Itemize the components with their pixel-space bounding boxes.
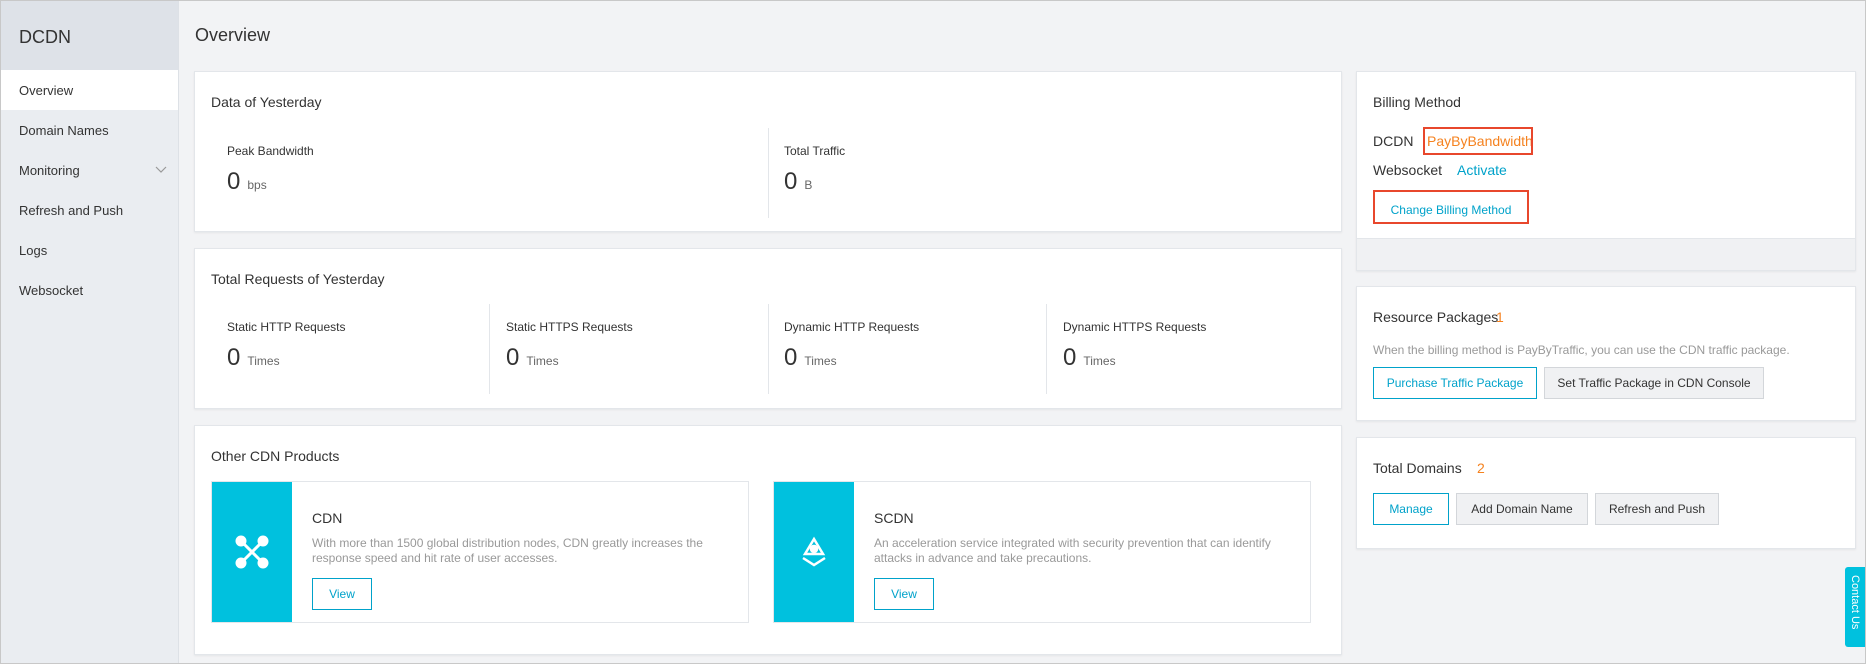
metric-label: Peak Bandwidth [227, 144, 314, 158]
sidebar-item-label: Overview [19, 83, 74, 98]
metric-unit: Times [247, 354, 280, 368]
activate-websocket-link[interactable]: Activate [1457, 162, 1507, 178]
requests-card: Total Requests of Yesterday Static HTTP … [194, 248, 1342, 409]
peak-bandwidth-metric: Peak Bandwidth 0 bps [227, 144, 314, 197]
manage-button[interactable]: Manage [1373, 493, 1449, 525]
annotation-box [1423, 127, 1533, 155]
dynamic-https-metric: Dynamic HTTPS Requests 0 Times [1063, 320, 1206, 373]
product-icon-box [774, 482, 854, 622]
contact-us-label: Contact Us [1849, 575, 1861, 630]
sidebar-item-logs[interactable]: Logs [1, 230, 178, 270]
dcdn-label: DCDN [1373, 133, 1414, 149]
total-traffic-metric: Total Traffic 0B [784, 144, 845, 197]
metric-value: 0 [784, 168, 798, 195]
billing-card-footer [1357, 238, 1855, 270]
sidebar-title: DCDN [1, 1, 178, 70]
sidebar-item-refresh-and-push[interactable]: Refresh and Push [1, 190, 178, 230]
refresh-and-push-button[interactable]: Refresh and Push [1595, 493, 1719, 525]
static-http-metric: Static HTTP Requests 0 Times [227, 320, 346, 373]
card-title: Resource Packages [1373, 309, 1499, 325]
metric-value: 0 [1063, 344, 1077, 371]
metric-unit: Times [804, 354, 837, 368]
product-description: An acceleration service integrated with … [874, 536, 1271, 565]
yesterday-card: Data of Yesterday Peak Bandwidth 0 bps To… [194, 71, 1342, 232]
divider [1046, 304, 1047, 394]
static-https-metric: Static HTTPS Requests 0 Times [506, 320, 633, 373]
metric-value: 0 [784, 344, 798, 371]
dynamic-http-metric: Dynamic HTTP Requests 0 Times [784, 320, 919, 373]
purchase-traffic-package-button[interactable]: Purchase Traffic Package [1373, 367, 1537, 399]
chevron-down-icon [155, 166, 167, 173]
product-icon-box [212, 482, 292, 622]
card-title: Total Domains [1373, 460, 1462, 476]
card-title: Billing Method [1373, 94, 1461, 110]
resource-count: 1 [1496, 309, 1504, 325]
metric-unit: Times [1083, 354, 1116, 368]
product-cdn: CDN With more than 1500 global distribut… [211, 481, 749, 623]
metric-label: Dynamic HTTPS Requests [1063, 320, 1207, 334]
app-window: DCDN Overview Domain Names Monitoring Re… [0, 0, 1866, 664]
billing-card: Billing Method DCDN PayByBandwidth Webso… [1356, 71, 1856, 271]
add-domain-name-button[interactable]: Add Domain Name [1456, 493, 1588, 525]
sidebar-item-websocket[interactable]: Websocket [1, 270, 178, 310]
card-title: Data of Yesterday [211, 94, 322, 110]
metric-value-row: 0 Times [1063, 346, 1206, 373]
metric-label: Dynamic HTTP Requests [784, 320, 920, 334]
metric-unit: bps [247, 178, 267, 192]
metric-value: 0 [506, 344, 520, 371]
main-content: Overview Data of Yesterday Peak Bandwidt… [180, 1, 1865, 663]
metric-label: Static HTTP Requests [227, 320, 346, 334]
metric-value-row: 0 Times [784, 346, 919, 373]
divider [768, 128, 769, 218]
metric-value-row: 0 bps [227, 170, 314, 197]
sidebar: DCDN Overview Domain Names Monitoring Re… [1, 1, 179, 663]
domains-card: Total Domains 2 Manage Add Domain Name R… [1356, 437, 1856, 549]
annotation-box [1373, 190, 1529, 224]
sidebar-item-domain-names[interactable]: Domain Names [1, 110, 178, 150]
view-scdn-button[interactable]: View [874, 578, 934, 610]
resources-card: Resource Packages 1 When the billing met… [1356, 286, 1856, 421]
metric-value: 0 [227, 168, 241, 195]
sidebar-item-monitoring[interactable]: Monitoring [1, 150, 178, 190]
metric-value-row: 0 Times [227, 346, 346, 373]
product-name: CDN [312, 510, 343, 526]
contact-us-tab[interactable]: Contact Us [1845, 567, 1865, 647]
metric-value: 0 [227, 344, 241, 371]
sidebar-item-label: Domain Names [19, 123, 109, 138]
product-scdn: SCDN An acceleration service integrated … [773, 481, 1311, 623]
domain-count: 2 [1477, 460, 1485, 476]
card-title: Total Requests of Yesterday [211, 271, 385, 287]
sidebar-item-label: Monitoring [19, 163, 80, 178]
network-nodes-icon [235, 535, 269, 569]
sidebar-item-label: Websocket [19, 283, 84, 298]
metric-label: Total Traffic [784, 144, 846, 158]
metric-unit: Times [526, 354, 559, 368]
metric-label: Static HTTPS Requests [506, 320, 633, 334]
sidebar-item-label: Logs [19, 243, 48, 258]
websocket-label: Websocket [1373, 162, 1442, 178]
metric-value-row: 0 Times [506, 346, 633, 373]
metric-unit: B [804, 178, 813, 192]
product-name: SCDN [874, 510, 914, 526]
card-title: Other CDN Products [211, 448, 340, 464]
recycle-shield-icon [802, 536, 826, 567]
page-title: Overview [195, 25, 271, 45]
divider [768, 304, 769, 394]
sidebar-item-overview[interactable]: Overview [1, 70, 178, 110]
resources-note: When the billing method is PayByTraffic,… [1373, 343, 1790, 357]
metric-value-row: 0B [784, 170, 845, 197]
view-cdn-button[interactable]: View [312, 578, 372, 610]
sidebar-item-label: Refresh and Push [19, 203, 124, 218]
set-traffic-package-button[interactable]: Set Traffic Package in CDN Console [1544, 367, 1764, 399]
divider [489, 304, 490, 394]
product-description: With more than 1500 global distribution … [312, 536, 703, 565]
